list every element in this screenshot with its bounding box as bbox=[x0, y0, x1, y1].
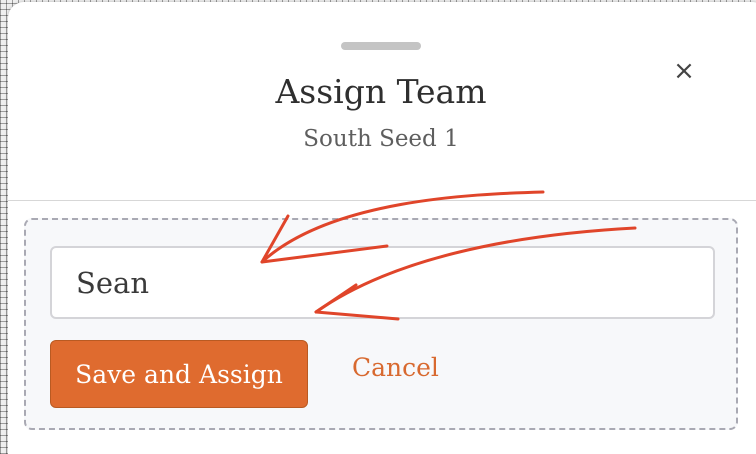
header-divider bbox=[8, 200, 756, 201]
save-and-assign-button[interactable]: Save and Assign bbox=[50, 340, 308, 408]
assign-team-modal: × Assign Team South Seed 1 Save and Assi… bbox=[8, 2, 756, 454]
cancel-button[interactable]: Cancel bbox=[352, 353, 439, 382]
screenshot-background: × Assign Team South Seed 1 Save and Assi… bbox=[0, 0, 756, 454]
drag-handle[interactable] bbox=[341, 42, 421, 50]
assign-form: Save and Assign Cancel bbox=[24, 218, 738, 430]
team-name-input[interactable] bbox=[50, 246, 715, 319]
modal-title: Assign Team bbox=[275, 72, 487, 111]
modal-subtitle: South Seed 1 bbox=[303, 126, 459, 152]
